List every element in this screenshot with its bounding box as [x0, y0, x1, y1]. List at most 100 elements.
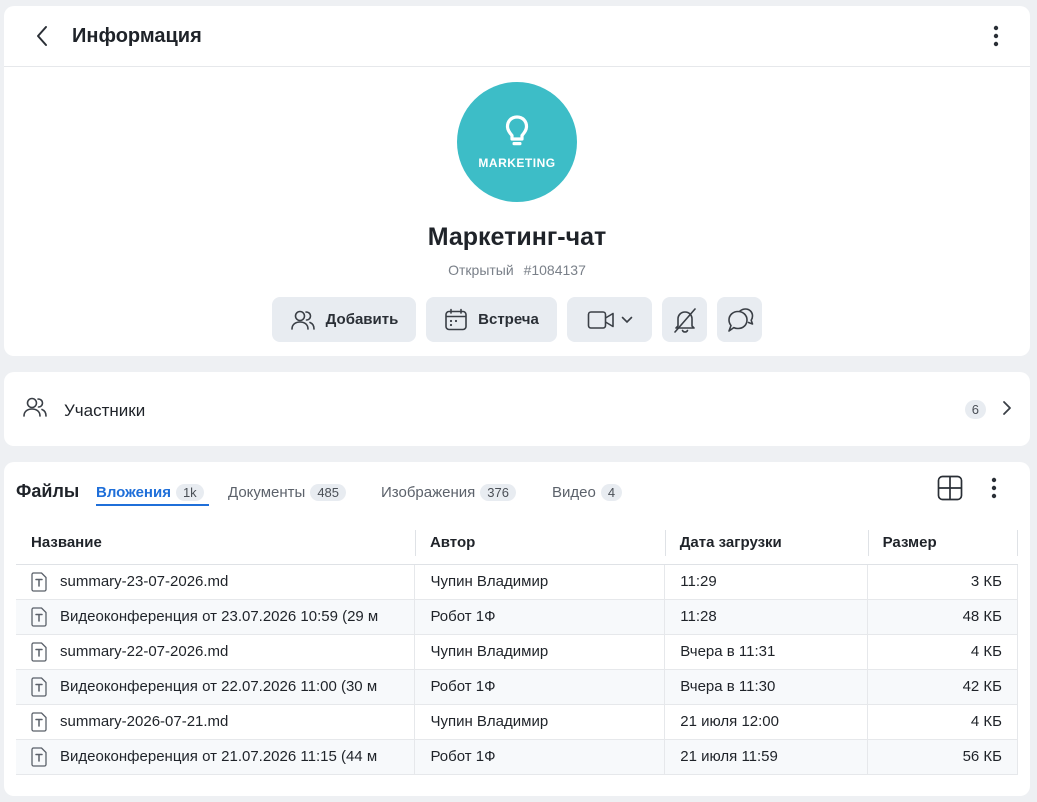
tab-label: Документы — [228, 483, 306, 501]
back-button[interactable] — [28, 22, 56, 50]
file-name-cell[interactable]: Видеоконференция от 21.07.2026 11:15 (44… — [16, 739, 415, 775]
video-camera-icon — [587, 310, 614, 329]
file-size: 48 КБ — [867, 599, 1018, 635]
mute-notifications-button[interactable] — [662, 297, 707, 342]
file-name: summary-2026-07-21.md — [60, 713, 229, 730]
file-name-wrap: summary-23-07-2026.md — [30, 571, 399, 592]
members-label: Участники — [64, 401, 146, 420]
add-member-label: Добавить — [325, 311, 399, 328]
members-count-badge: 6 — [964, 400, 986, 419]
tab-count: 1k — [175, 483, 204, 501]
text-file-icon — [31, 711, 47, 732]
file-name-wrap: summary-22-07-2026.md — [30, 641, 399, 662]
kebab-icon — [991, 477, 997, 499]
tab-label: Видео — [552, 483, 596, 501]
tab-label: Изображения — [381, 483, 476, 501]
file-author: Чупин Владимир — [414, 704, 665, 740]
chat-title: Маркетинг-чат — [427, 223, 607, 251]
table-row[interactable]: summary-22-07-2026.md Чупин Владимир Вчера… — [16, 634, 1018, 670]
chevron-right-icon — [1003, 401, 1011, 415]
chat-meta: Открытый #1084137 — [4, 262, 1030, 278]
file-date: Вчера в 11:31 — [664, 634, 868, 670]
chevron-down-icon — [621, 316, 632, 323]
column-header-size[interactable]: Размер — [867, 522, 1018, 565]
file-name-wrap: summary-2026-07-21.md — [30, 711, 399, 732]
file-name-cell[interactable]: Видеоконференция от 23.07.2026 10:59 (29… — [16, 599, 415, 635]
file-author: Робот 1Ф — [414, 599, 665, 635]
calendar-icon — [445, 308, 467, 330]
users-icon — [23, 397, 47, 417]
file-name: summary-22-07-2026.md — [60, 643, 229, 660]
file-size: 42 КБ — [867, 669, 1018, 705]
members-row[interactable]: Участники 6 — [4, 372, 1030, 446]
avatar-text: MARKETING — [478, 156, 556, 170]
file-name: Видеоконференция от 21.07.2026 11:15 (44… — [60, 748, 378, 765]
tab-count: 485 — [310, 483, 347, 501]
file-size: 3 КБ — [867, 564, 1018, 600]
file-size: 4 КБ — [867, 634, 1018, 670]
page-title: Информация — [72, 25, 202, 47]
chat-id: #1084137 — [523, 262, 586, 278]
column-header-name[interactable]: Название — [16, 522, 415, 565]
file-author: Робот 1Ф — [414, 669, 665, 705]
chevron-left-icon — [37, 26, 47, 46]
bell-off-icon — [673, 307, 696, 333]
chat-info-card: Информация MARKETING Маркетинг-чат Откры… — [4, 6, 1030, 356]
text-file-icon — [31, 571, 47, 592]
lightbulb-icon — [505, 115, 529, 146]
file-author: Чупин Владимир — [414, 634, 665, 670]
table-row[interactable]: Видеоконференция от 22.07.2026 11:00 (30… — [16, 669, 1018, 705]
add-member-button[interactable]: Добавить — [272, 297, 416, 342]
file-author: Робот 1Ф — [414, 739, 665, 775]
text-file-icon — [31, 676, 47, 697]
tab-documents[interactable]: Документы 485 — [228, 478, 347, 506]
video-call-button[interactable] — [567, 297, 652, 342]
text-file-icon — [31, 606, 47, 627]
discussion-button[interactable] — [717, 297, 762, 342]
file-date: 21 июля 11:59 — [664, 739, 868, 775]
chat-type: Открытый — [448, 262, 514, 278]
file-date: Вчера в 11:30 — [664, 669, 868, 705]
more-options-button[interactable] — [984, 22, 1008, 50]
file-author: Чупин Владимир — [414, 564, 665, 600]
text-file-icon — [31, 641, 47, 662]
file-name-cell[interactable]: Видеоконференция от 22.07.2026 11:00 (30… — [16, 669, 415, 705]
column-header-date[interactable]: Дата загрузки — [664, 522, 868, 565]
meeting-button[interactable]: Встреча — [426, 297, 557, 342]
tab-images[interactable]: Изображения 376 — [381, 478, 516, 506]
file-date: 21 июля 12:00 — [664, 704, 868, 740]
file-name: Видеоконференция от 23.07.2026 10:59 (29… — [60, 608, 379, 625]
file-name-wrap: Видеоконференция от 21.07.2026 11:15 (44… — [30, 746, 399, 767]
files-title: Файлы — [16, 481, 80, 501]
file-name: Видеоконференция от 22.07.2026 11:00 (30… — [60, 678, 378, 695]
tab-count: 4 — [600, 483, 623, 501]
action-buttons: Добавить Встреча — [4, 297, 1030, 342]
kebab-icon — [993, 25, 999, 47]
files-more-button[interactable] — [982, 474, 1006, 502]
file-name: summary-23-07-2026.md — [60, 573, 229, 590]
table-row[interactable]: summary-23-07-2026.md Чупин Владимир 11:29… — [16, 564, 1018, 600]
file-name-cell[interactable]: summary-22-07-2026.md — [16, 634, 415, 670]
chat-avatar[interactable]: MARKETING — [457, 82, 577, 202]
grid-icon — [937, 475, 963, 501]
grid-view-button[interactable] — [936, 474, 964, 502]
files-header: Файлы Вложения 1k Документы 485 Изображе… — [4, 462, 1030, 512]
file-size: 4 КБ — [867, 704, 1018, 740]
text-file-icon — [31, 746, 47, 767]
tab-label: Вложения — [96, 483, 171, 501]
tab-attachments[interactable]: Вложения 1k — [96, 478, 204, 506]
file-date: 11:29 — [664, 564, 868, 600]
column-header-author[interactable]: Автор — [414, 522, 665, 565]
users-icon — [290, 310, 315, 330]
tab-video[interactable]: Видео 4 — [552, 478, 623, 506]
table-row[interactable]: Видеоконференция от 21.07.2026 11:15 (44… — [16, 739, 1018, 775]
file-name-cell[interactable]: summary-2026-07-21.md — [16, 704, 415, 740]
active-tab-indicator — [96, 504, 209, 506]
table-row[interactable]: summary-2026-07-21.md Чупин Владимир 21 ию… — [16, 704, 1018, 740]
files-card: Файлы Вложения 1k Документы 485 Изображе… — [4, 462, 1030, 796]
file-size: 56 КБ — [867, 739, 1018, 775]
table-row[interactable]: Видеоконференция от 23.07.2026 10:59 (29… — [16, 599, 1018, 635]
file-name-cell[interactable]: summary-23-07-2026.md — [16, 564, 415, 600]
tab-count: 376 — [480, 483, 516, 501]
chat-bubbles-icon — [727, 307, 753, 332]
